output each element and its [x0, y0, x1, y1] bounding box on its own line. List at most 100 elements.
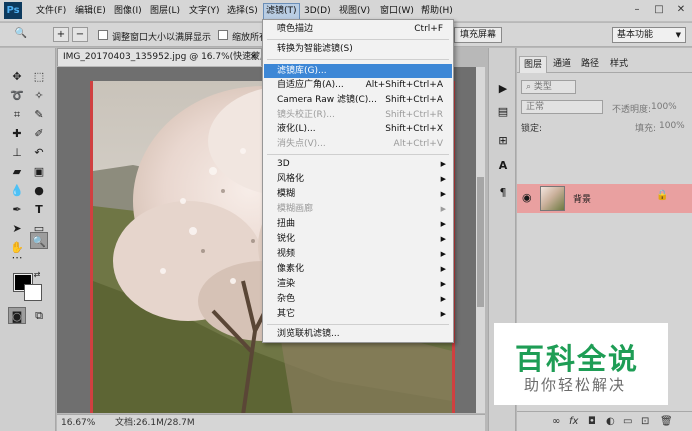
- menu-item-other[interactable]: 其它 ▶: [264, 307, 452, 321]
- tab-paths[interactable]: 路径: [577, 56, 603, 73]
- menu-help[interactable]: 帮助(H): [421, 5, 453, 18]
- zoom-level[interactable]: 16.67%: [61, 415, 95, 431]
- healing-brush-tool-icon[interactable]: ✚: [8, 125, 26, 142]
- menu-file[interactable]: 文件(F): [36, 5, 66, 18]
- zoom-tool-icon[interactable]: 🔍: [30, 232, 48, 249]
- move-tool-icon[interactable]: ✥: [8, 68, 26, 85]
- submenu-arrow-icon: ▶: [440, 310, 446, 318]
- menu-view[interactable]: 视图(V): [339, 5, 370, 18]
- menu-item-convert-smart-filter[interactable]: 转换为智能滤镜(S): [264, 42, 452, 56]
- menu-item-adaptive-wide-angle[interactable]: 自适应广角(A)... Alt+Shift+Ctrl+A: [264, 78, 452, 92]
- menu-item-label: 喷色描边: [277, 24, 314, 34]
- zoom-out-icon[interactable]: −: [72, 27, 88, 42]
- menu-item-vanishing-point[interactable]: 消失点(V)... Alt+Ctrl+V: [264, 137, 452, 151]
- background-color-swatch[interactable]: [24, 284, 42, 301]
- fill-screen-button[interactable]: 填充屏幕: [454, 27, 503, 43]
- magic-wand-tool-icon[interactable]: ✧: [30, 87, 48, 104]
- new-layer-icon[interactable]: ⊡: [641, 416, 649, 427]
- dodge-tool-icon[interactable]: ●: [30, 182, 48, 199]
- menu-item-browse-online-filters[interactable]: 浏览联机滤镜...: [264, 327, 452, 341]
- menu-item-sharpen[interactable]: 锐化 ▶: [264, 232, 452, 246]
- opacity-value[interactable]: 100%: [651, 102, 677, 112]
- menu-item-label: 渲染: [277, 279, 296, 289]
- eye-icon[interactable]: ◉: [522, 191, 532, 204]
- workspace-select[interactable]: 基本功能 ▼: [612, 27, 686, 43]
- type-tool-icon[interactable]: T: [30, 201, 48, 218]
- watermark-subtitle: 助你轻松解决: [524, 376, 627, 394]
- trash-icon[interactable]: 🗑: [660, 416, 673, 427]
- more-tools-icon[interactable]: ⋯: [8, 249, 26, 266]
- marquee-tool-icon[interactable]: ⬚: [30, 68, 48, 85]
- layer-row[interactable]: ◉ 背景 🔒: [517, 184, 692, 213]
- menu-item-video[interactable]: 视频 ▶: [264, 247, 452, 261]
- menu-window[interactable]: 窗口(W): [380, 5, 414, 18]
- paragraph-panel-icon[interactable]: ¶: [495, 185, 511, 201]
- menu-3d[interactable]: 3D(D): [304, 5, 331, 18]
- libraries-panel-icon[interactable]: ⊞: [495, 133, 511, 149]
- history-panel-icon[interactable]: ▶: [495, 81, 511, 97]
- menu-image[interactable]: 图像(I): [114, 5, 142, 18]
- minimize-icon[interactable]: –: [628, 2, 646, 18]
- history-brush-tool-icon[interactable]: ↶: [30, 144, 48, 161]
- menu-item-blur-gallery[interactable]: 模糊画廊 ▶: [264, 202, 452, 216]
- crop-tool-icon[interactable]: ⌗: [8, 106, 26, 123]
- blur-tool-icon[interactable]: 💧: [8, 182, 26, 199]
- menu-item-render[interactable]: 渲染 ▶: [264, 277, 452, 291]
- menu-filter[interactable]: 滤镜(T): [263, 3, 300, 20]
- tab-styles[interactable]: 样式: [606, 56, 632, 73]
- eyedropper-tool-icon[interactable]: ✎: [30, 106, 48, 123]
- quick-mask-icon[interactable]: ◙: [8, 307, 26, 324]
- swap-colors-icon[interactable]: ⇄: [30, 266, 44, 283]
- document-tab[interactable]: IMG_20170403_135952.jpg @ 16.7%(快速蒙版/8) …: [57, 48, 262, 66]
- group-icon[interactable]: ▭: [623, 416, 632, 427]
- layer-filter-select[interactable]: ⌕ 类型: [521, 80, 576, 94]
- menu-item-camera-raw[interactable]: Camera Raw 滤镜(C)... Shift+Ctrl+A: [264, 93, 452, 107]
- fx-icon[interactable]: fx: [569, 416, 578, 427]
- document-size: 文档:26.1M/28.7M: [115, 418, 195, 428]
- menu-item-liquify[interactable]: 液化(L)... Shift+Ctrl+X: [264, 122, 452, 136]
- menu-type[interactable]: 文字(Y): [189, 5, 220, 18]
- link-icon[interactable]: ∞: [552, 416, 560, 427]
- menu-edit[interactable]: 编辑(E): [75, 5, 106, 18]
- pen-tool-icon[interactable]: ✒: [8, 201, 26, 218]
- gradient-tool-icon[interactable]: ▣: [30, 163, 48, 180]
- zoom-in-icon[interactable]: +: [53, 27, 69, 42]
- zoom-all-checkbox[interactable]: [218, 30, 228, 40]
- menu-item-pixelate[interactable]: 像素化 ▶: [264, 262, 452, 276]
- menu-item-distort[interactable]: 扭曲 ▶: [264, 217, 452, 231]
- blend-mode-select[interactable]: 正常: [521, 100, 603, 114]
- menu-item-lens-correction[interactable]: 镜头校正(R)... Shift+Ctrl+R: [264, 108, 452, 122]
- vertical-scrollbar[interactable]: [476, 67, 485, 413]
- menu-select[interactable]: 选择(S): [227, 5, 258, 18]
- menu-item-blur[interactable]: 模糊 ▶: [264, 187, 452, 201]
- character-panel-icon[interactable]: A: [495, 158, 511, 174]
- menu-item-stylize[interactable]: 风格化 ▶: [264, 172, 452, 186]
- close-icon[interactable]: ✕: [672, 2, 690, 18]
- clone-stamp-tool-icon[interactable]: ⊥: [8, 144, 26, 161]
- eraser-tool-icon[interactable]: ▰: [8, 163, 26, 180]
- scrollbar-thumb[interactable]: [477, 177, 484, 307]
- brush-tool-icon[interactable]: ✐: [30, 125, 48, 142]
- lasso-tool-icon[interactable]: ➰: [8, 87, 26, 104]
- menu-item-label: 杂色: [277, 294, 296, 304]
- tab-channels[interactable]: 通道: [549, 56, 575, 73]
- adjustment-icon[interactable]: ◐: [606, 416, 615, 427]
- menu-item-label: 镜头校正(R)...: [277, 110, 335, 120]
- tab-layers[interactable]: 图层: [519, 56, 548, 73]
- watermark-logo: 百科全说 助你轻松解决: [494, 323, 668, 405]
- mask-icon[interactable]: ◘: [588, 416, 596, 427]
- fill-value[interactable]: 100%: [659, 121, 685, 131]
- screen-mode-icon[interactable]: ⧉: [30, 307, 48, 324]
- menu-item-3d[interactable]: 3D ▶: [264, 157, 452, 171]
- properties-panel-icon[interactable]: ▤: [495, 104, 511, 120]
- menu-layer[interactable]: 图层(L): [150, 5, 180, 18]
- menu-item-filter-gallery[interactable]: 滤镜库(G)...: [264, 64, 452, 78]
- maximize-icon[interactable]: □: [650, 2, 668, 18]
- close-tab-icon[interactable]: ×: [249, 49, 257, 66]
- resize-windows-checkbox[interactable]: [98, 30, 108, 40]
- menu-item-label: 其它: [277, 309, 296, 319]
- menu-item-noise[interactable]: 杂色 ▶: [264, 292, 452, 306]
- path-selection-tool-icon[interactable]: ➤: [8, 220, 26, 237]
- menu-item-shortcut: Alt+Ctrl+V: [393, 139, 443, 149]
- menu-item-last-filter[interactable]: 喷色描边 Ctrl+F: [264, 22, 452, 36]
